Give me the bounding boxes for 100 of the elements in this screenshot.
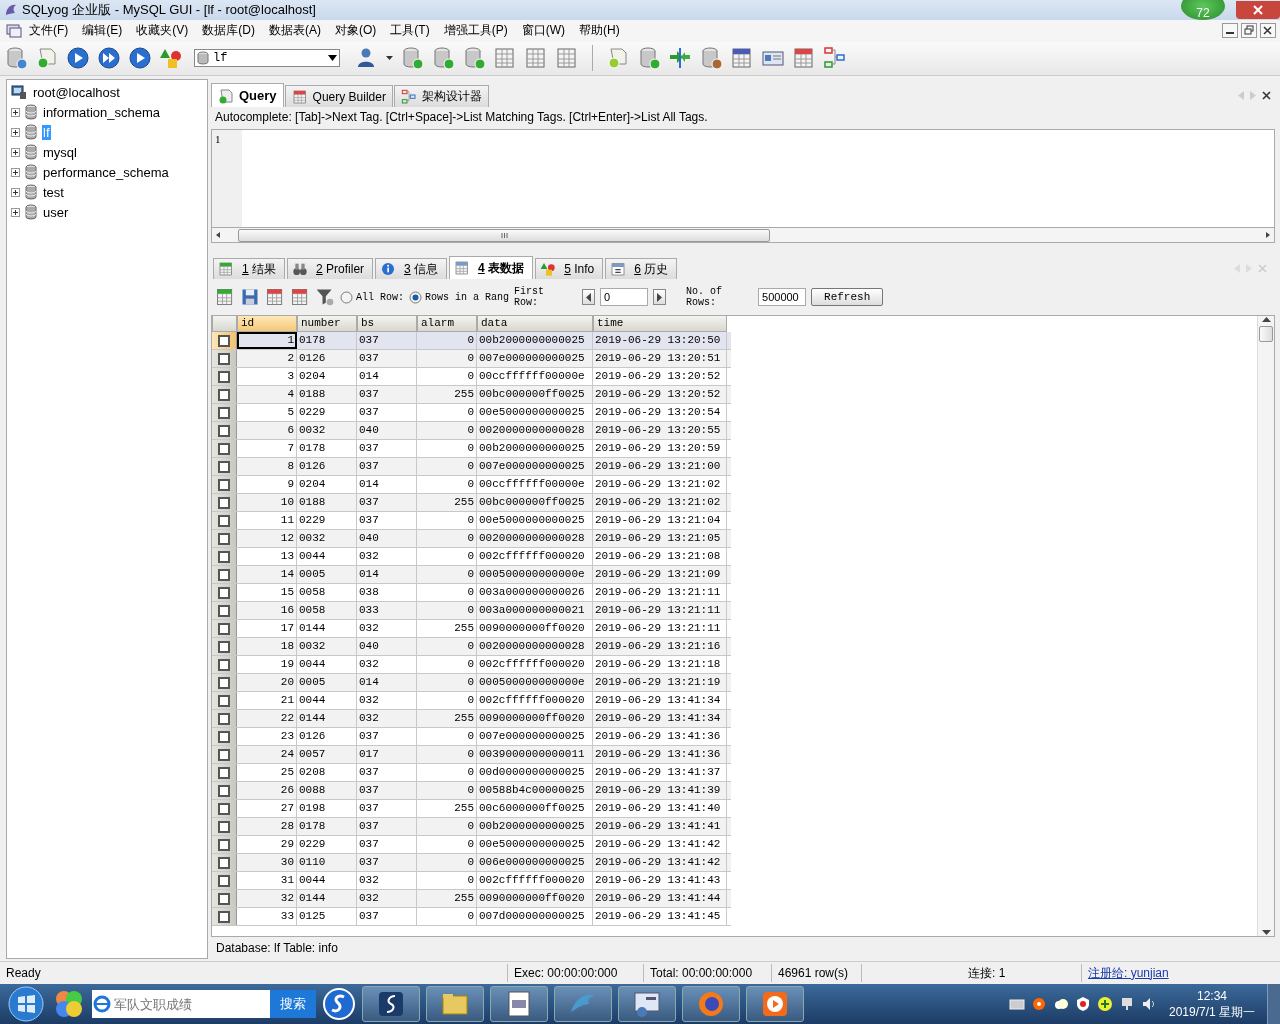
checkbox[interactable] [218,604,230,617]
table-icon[interactable] [265,287,285,308]
checkbox[interactable] [218,568,230,581]
first-row-field[interactable]: 0 [600,288,649,307]
row-header[interactable] [212,368,237,386]
checkbox[interactable] [218,640,230,653]
row-header[interactable] [212,530,237,548]
shield-icon[interactable] [1074,996,1091,1012]
checkbox[interactable] [218,874,230,887]
menu-item[interactable]: 编辑(E) [75,22,130,40]
row-header[interactable] [212,386,237,404]
row-header[interactable] [212,620,237,638]
scrollbar-thumb[interactable] [1259,326,1273,343]
checkbox[interactable] [218,892,230,905]
query-editor[interactable]: 1 [211,129,1275,228]
checkbox[interactable] [218,730,230,743]
tab[interactable]: Query [211,83,284,108]
expand-icon[interactable] [11,207,20,217]
row-header[interactable] [212,566,237,584]
row-header[interactable] [212,764,237,782]
tree-item[interactable]: performance_schema [42,164,170,180]
expand-icon[interactable] [11,127,20,137]
table-row[interactable]: 30 0110 037 0 006e000000000025 2019-06-29 13:41:42 [212,854,731,873]
row-header[interactable] [212,836,237,854]
table-icon[interactable] [730,46,754,71]
tab[interactable]: 5 Info [535,258,604,280]
close-icon[interactable] [1262,90,1271,100]
checkbox[interactable] [218,622,230,635]
checkbox[interactable] [218,694,230,707]
tab[interactable]: Query Builder [284,85,393,108]
row-header[interactable] [212,422,237,440]
database-dropdown[interactable]: lf [194,49,340,68]
expand-icon[interactable] [11,167,20,177]
previous-button[interactable] [582,289,596,306]
table-row[interactable]: 20 0005 014 0 000500000000000e 2019-06-29 13:21:19 [212,674,731,693]
menu-item[interactable]: 对象(O) [328,22,384,40]
database-icon[interactable] [4,46,28,71]
row-header[interactable] [212,800,237,818]
table-row[interactable]: 33 0125 037 0 007d000000000025 2019-06-29 13:41:45 [212,908,731,927]
menu-item[interactable]: 数据表(A) [262,22,328,40]
tab[interactable]: 4 表数据 [449,256,534,280]
expand-icon[interactable] [11,107,20,117]
row-header[interactable] [212,602,237,620]
checkbox[interactable] [218,766,230,779]
taskbar-button[interactable] [746,986,804,1022]
tree-item[interactable]: root@localhost [32,84,121,100]
row-header[interactable] [212,656,237,674]
database-icon[interactable] [431,46,455,71]
row-header[interactable] [212,332,237,350]
row-header[interactable] [212,890,237,908]
table-row[interactable]: 4 0188 037 255 00bc000000ff0025 2019-06-29 13:20:52 [212,386,731,405]
tab[interactable]: 1 结果 [213,258,286,280]
restore-icon[interactable] [1241,23,1257,39]
save-icon[interactable] [240,287,260,308]
column-header[interactable]: data [477,316,593,333]
column-header[interactable]: alarm [417,316,477,333]
taskbar-button[interactable] [682,986,740,1022]
table-row[interactable]: 18 0032 040 0 0020000000000028 2019-06-29 13:21:16 [212,638,731,657]
menu-item[interactable]: 收藏夹(V) [129,22,196,40]
checkbox[interactable] [218,748,230,761]
taskbar-button[interactable] [362,986,420,1022]
table-row[interactable]: 14 0005 014 0 000500000000000e 2019-06-29 13:21:09 [212,566,731,585]
row-header[interactable] [212,746,237,764]
start-button[interactable] [6,984,46,1024]
checkbox[interactable] [218,676,230,689]
table-row[interactable]: 10 0188 037 255 00bc000000ff0025 2019-06-29 13:21:02 [212,494,731,513]
table-row[interactable]: 32 0144 032 255 0090000000ff0020 2019-06-29 13:41:44 [212,890,731,909]
minimize-icon[interactable] [1222,23,1238,39]
radio-button[interactable] [409,290,422,304]
checkbox[interactable] [218,658,230,671]
column-header[interactable]: id [237,316,297,333]
row-header[interactable] [212,854,237,872]
row-header[interactable] [212,494,237,512]
radio-option[interactable]: All Row: [340,290,404,304]
radio-option[interactable]: Rows in a Rang [409,290,510,304]
plus-icon[interactable] [1096,996,1113,1012]
table-row[interactable]: 2 0126 037 0 007e000000000025 2019-06-29 13:20:51 [212,350,731,369]
expand-icon[interactable] [11,187,20,197]
menu-item[interactable]: 窗口(W) [514,22,572,40]
tab[interactable]: 2 Profiler [287,258,374,280]
table-row[interactable]: 8 0126 037 0 007e000000000025 2019-06-29 13:21:00 [212,458,731,477]
checkbox[interactable] [218,838,230,851]
diagram-icon[interactable] [823,46,847,71]
table-row[interactable]: 1 0178 037 0 00b2000000000025 2019-06-29 13:20:50 [212,332,731,351]
taskbar-button[interactable] [490,986,548,1022]
checkbox[interactable] [218,712,230,725]
arrows-icon[interactable] [668,46,692,71]
row-header[interactable] [212,818,237,836]
checkbox[interactable] [218,820,230,833]
row-header[interactable] [212,584,237,602]
checkbox[interactable] [218,802,230,815]
scrollbar-thumb[interactable] [238,228,770,242]
checkbox[interactable] [218,856,230,869]
row-header[interactable] [212,458,237,476]
expand-icon[interactable] [11,147,20,157]
row-header[interactable] [212,908,237,926]
checkbox[interactable] [218,586,230,599]
database-icon[interactable] [400,46,424,71]
tree-item[interactable]: mysql [42,144,78,160]
menu-item[interactable]: 工具(T) [383,22,437,40]
